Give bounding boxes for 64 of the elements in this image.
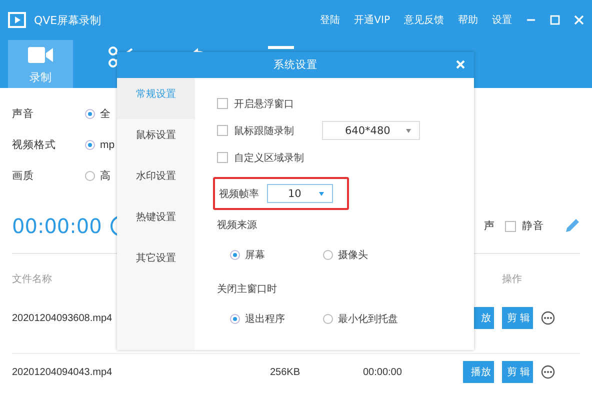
frame-rate-label: 视频帧率 — [219, 188, 259, 200]
video-camera-icon — [28, 46, 54, 64]
play-button[interactable]: 播放 — [463, 361, 494, 383]
menu-link[interactable]: 设置 — [492, 13, 512, 27]
radio-button[interactable] — [85, 170, 95, 180]
option-label: 高 — [100, 168, 111, 182]
edit-button[interactable]: 剪 辑 — [502, 361, 533, 383]
option-label: mp — [100, 138, 115, 150]
sidebar-item[interactable]: 鼠标设置 — [117, 119, 195, 160]
file-name-cell: 20201204094043.mp4 — [12, 366, 112, 378]
more-icon[interactable] — [541, 365, 555, 379]
menu-link[interactable]: 开通VIP — [354, 13, 390, 27]
option-label: 退出程序 — [245, 312, 285, 326]
radio-button[interactable] — [85, 108, 95, 118]
menu-link[interactable]: 登陆 — [320, 13, 340, 27]
option-label: 全 — [100, 106, 111, 120]
checkbox-label: 自定义区域录制 — [234, 152, 304, 164]
sidebar-item[interactable]: 水印设置 — [117, 160, 195, 201]
sidebar-item[interactable]: 热键设置 — [117, 201, 195, 242]
menu-link[interactable]: 意见反馈 — [404, 13, 444, 27]
setting-label: 视频格式 — [12, 138, 57, 152]
group-label: 关闭主窗口时 — [217, 282, 278, 297]
option-label: 屏幕 — [245, 248, 265, 262]
radio-button[interactable] — [85, 140, 95, 150]
radio-button[interactable] — [230, 250, 240, 260]
group-label: 视频来源 — [217, 218, 258, 233]
column-header: 文件名称 — [12, 272, 52, 284]
radio-button[interactable] — [230, 314, 240, 324]
duration-cell: 00:00:00 — [363, 366, 402, 378]
close-icon[interactable] — [456, 60, 465, 69]
checkbox[interactable] — [217, 98, 228, 109]
radio-button[interactable] — [323, 250, 333, 260]
menu-link[interactable]: 帮助 — [458, 13, 478, 27]
caret-icon — [406, 128, 411, 132]
play-logo-icon — [8, 12, 26, 28]
frame-rate-dropdown[interactable]: 10 — [267, 184, 333, 203]
toolbar-tab[interactable]: 录制 — [8, 40, 73, 88]
edit-button[interactable]: 剪 辑 — [502, 307, 533, 329]
more-icon[interactable] — [541, 311, 555, 325]
sidebar-item[interactable]: 常规设置 — [117, 78, 195, 119]
resolution-dropdown[interactable]: 640*480 — [322, 121, 420, 140]
size-cell: 256KB — [270, 366, 300, 378]
maximize-icon[interactable] — [550, 15, 560, 25]
setting-label: 声音 — [12, 106, 35, 120]
checkbox-label: 开启悬浮窗口 — [234, 98, 294, 110]
mute-label: 静音 — [522, 219, 544, 233]
caret-icon — [319, 192, 324, 196]
option-label: 最小化到托盘 — [338, 312, 398, 326]
option-label: 摄像头 — [338, 248, 368, 262]
sidebar-item[interactable]: 其它设置 — [117, 242, 195, 283]
close-icon[interactable] — [574, 15, 584, 25]
audio-label: 声 — [484, 219, 495, 233]
mute-checkbox[interactable] — [505, 220, 516, 232]
file-name-cell: 20201204093608.mp4 — [12, 312, 112, 324]
checkbox[interactable] — [217, 152, 228, 163]
column-header: 操作 — [502, 273, 522, 284]
radio-button[interactable] — [323, 314, 333, 324]
checkbox[interactable] — [217, 125, 228, 136]
pen-icon[interactable] — [564, 218, 580, 234]
timer: 00:00:00 — [12, 214, 102, 238]
dialog-title: 系统设置 — [274, 58, 318, 72]
window-title: QVE屏幕录制 — [34, 12, 102, 28]
checkbox-label: 鼠标跟随录制 — [234, 124, 294, 138]
setting-label: 画质 — [12, 168, 35, 182]
